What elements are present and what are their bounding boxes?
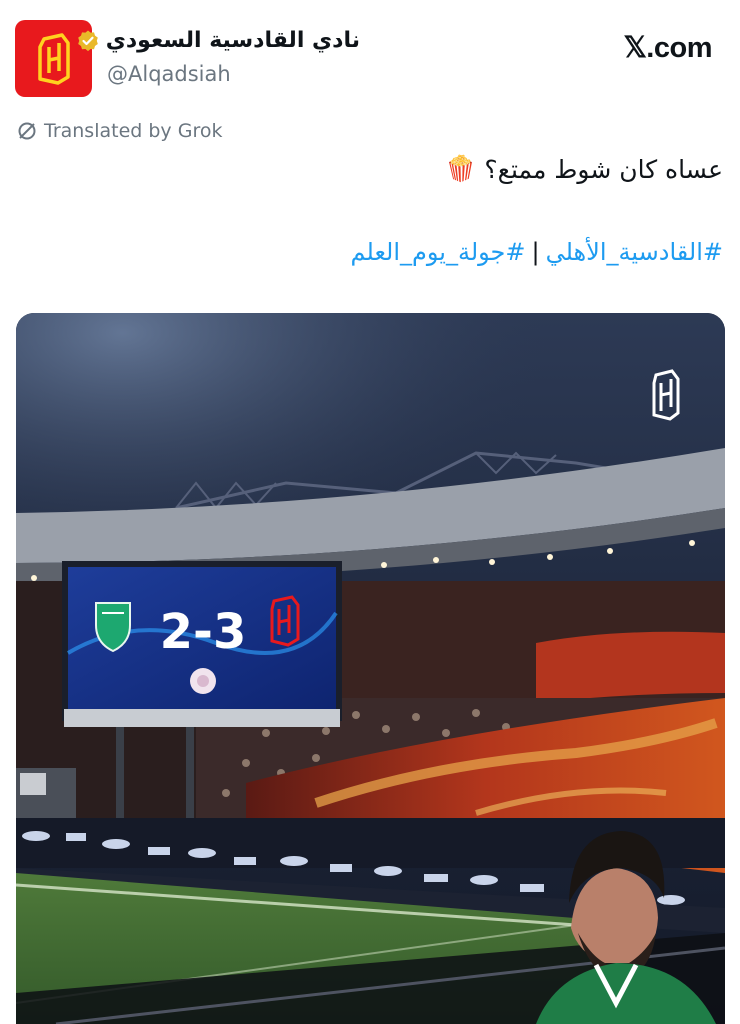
tweet-text: عساه كان شوط ممتع؟ 🍿: [445, 154, 723, 184]
hashtag-line: #القادسية_الأهلي|#جولة_يوم_العلم: [351, 238, 723, 266]
hashtag-link[interactable]: #جولة_يوم_العلم: [351, 238, 526, 266]
hashtag-link[interactable]: #القادسية_الأهلي: [546, 238, 723, 266]
account-handle[interactable]: @Alqadsiah: [107, 62, 231, 86]
verified-badge-icon: [77, 30, 98, 51]
tweet-header: نادي القادسية السعودي @Alqadsiah 𝕏.com: [0, 0, 740, 110]
tweet-media-image[interactable]: 2-3: [16, 313, 725, 1024]
stadium-scoreboard-image: 2-3: [16, 313, 725, 1024]
grok-icon: [18, 122, 36, 140]
translated-by-grok[interactable]: Translated by Grok: [17, 120, 222, 142]
display-name-text: نادي القادسية السعودي: [105, 28, 360, 53]
translated-label: Translated by Grok: [44, 120, 223, 142]
tweet-text-body: عساه كان شوط ممتع؟: [484, 154, 723, 184]
hashtag-separator: |: [531, 238, 540, 266]
x-com-link[interactable]: 𝕏.com: [623, 30, 712, 65]
qadsiah-logo-icon: [37, 32, 70, 85]
display-name[interactable]: نادي القادسية السعودي: [76, 28, 360, 53]
scoreboard-score: 2-3: [160, 604, 247, 660]
popcorn-emoji-icon: 🍿: [445, 154, 477, 183]
